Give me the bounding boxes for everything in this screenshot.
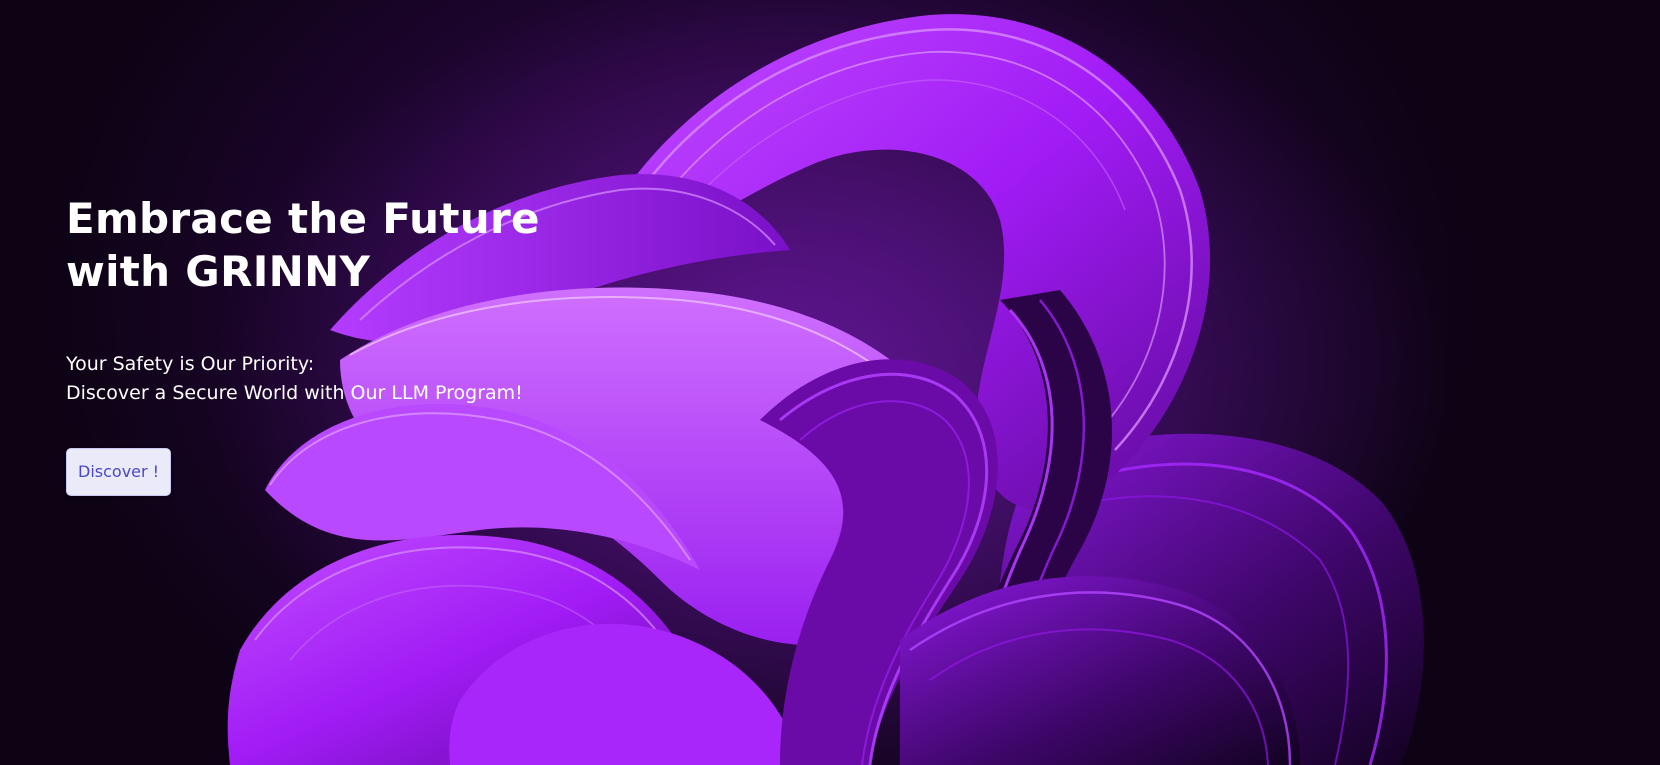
hero-title-line-2: with GRINNY <box>66 247 371 296</box>
hero-subtitle: Your Safety is Our Priority: Discover a … <box>66 350 626 408</box>
hero-title: Embrace the Future with GRINNY <box>66 192 626 298</box>
hero-subtitle-line-1: Your Safety is Our Priority: <box>66 353 315 375</box>
hero-subtitle-line-2: Discover a Secure World with Our LLM Pro… <box>66 382 523 404</box>
hero-title-line-1: Embrace the Future <box>66 194 540 243</box>
hero-content: Embrace the Future with GRINNY Your Safe… <box>66 192 626 496</box>
discover-button[interactable]: Discover ! <box>66 448 172 496</box>
hero-section: Embrace the Future with GRINNY Your Safe… <box>0 0 1660 765</box>
